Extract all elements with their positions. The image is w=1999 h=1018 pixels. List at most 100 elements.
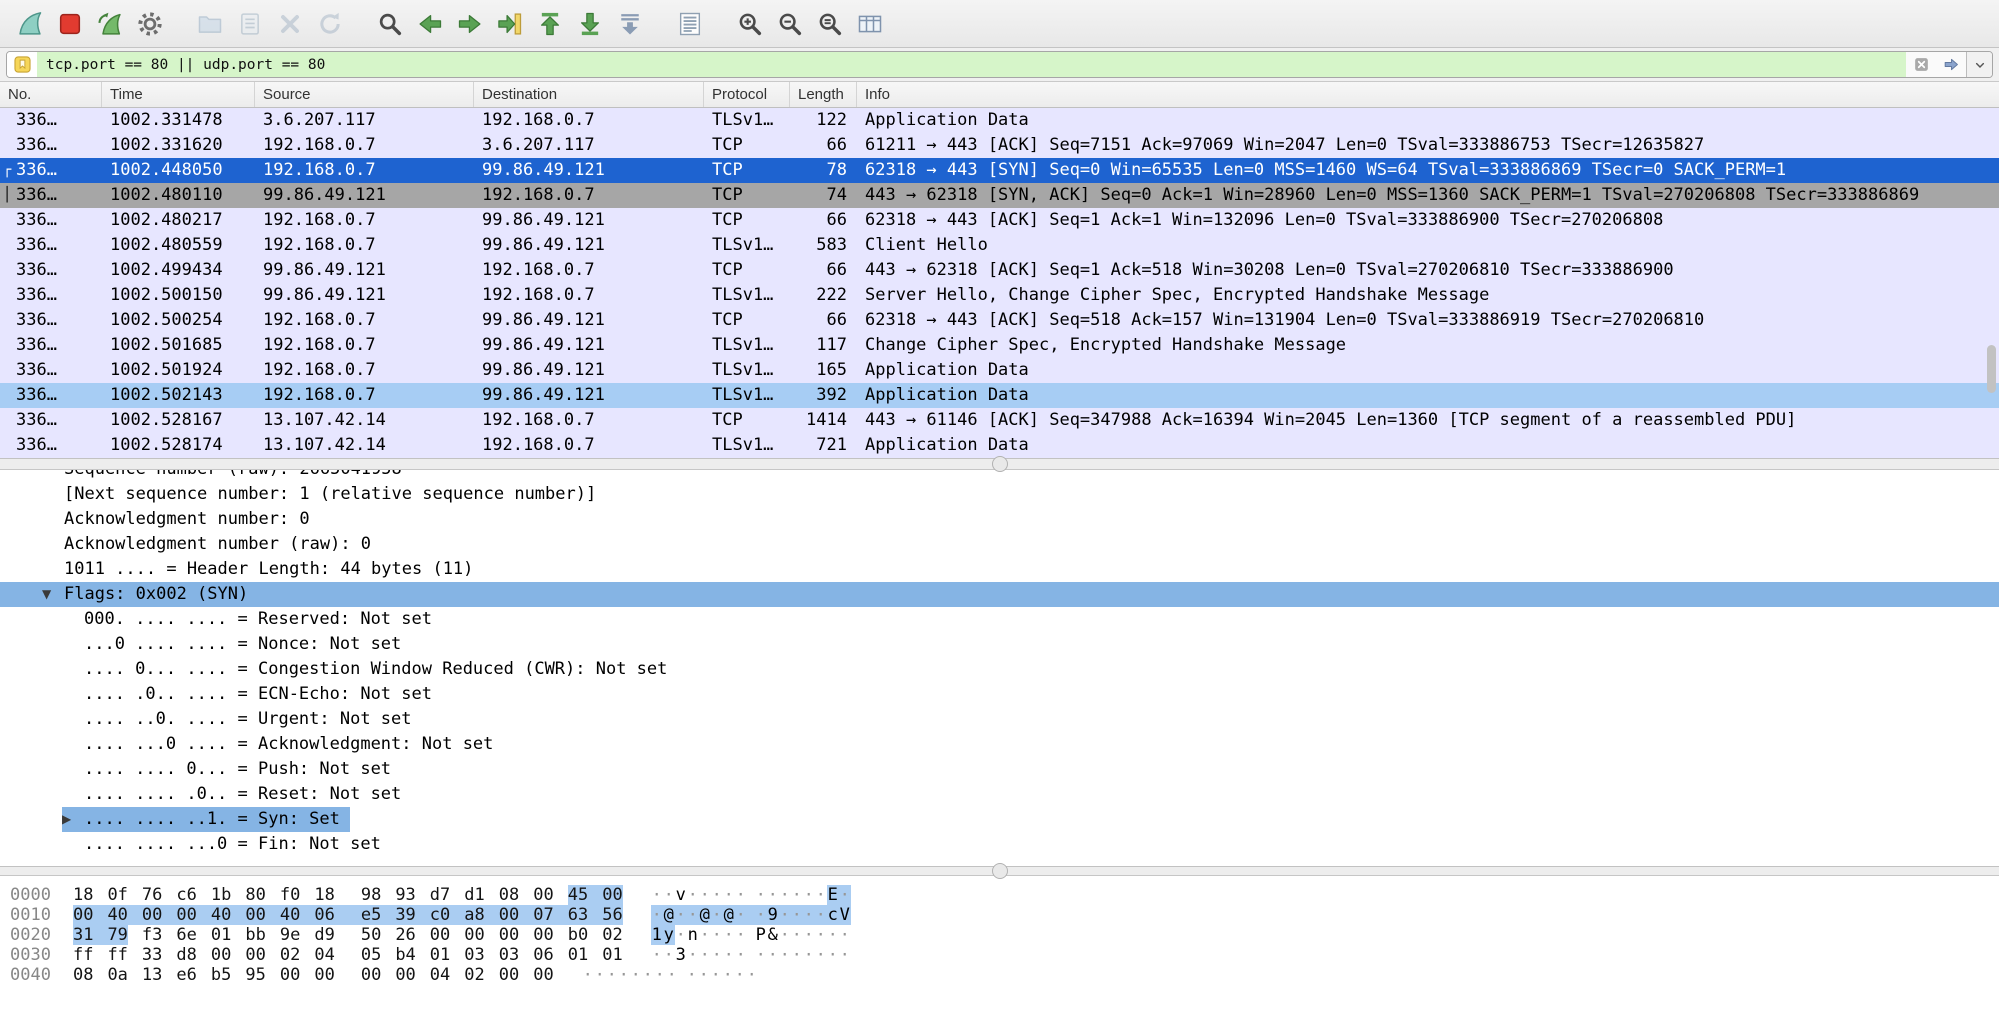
hex-byte[interactable]: 00 [245,945,279,965]
ascii-char[interactable]: · [663,945,675,965]
hex-byte[interactable]: 00 [533,925,567,945]
packet-row[interactable]: 336…1002.52816713.107.42.14192.168.0.7TC… [0,408,1999,433]
ascii-char[interactable]: · [767,885,779,905]
ascii-char[interactable]: · [779,905,791,925]
hex-byte[interactable]: 00 [533,885,567,905]
hex-byte[interactable]: 04 [430,965,464,985]
hex-byte[interactable]: 33 [142,945,176,965]
packet-row[interactable]: 336…1002.501924192.168.0.799.86.49.121TL… [0,358,1999,383]
packet-row[interactable]: │336…1002.48011099.86.49.121192.168.0.7T… [0,183,1999,208]
ascii-char[interactable]: · [663,885,675,905]
ascii-char[interactable]: · [767,945,779,965]
ascii-char[interactable]: · [746,965,758,985]
detail-line[interactable]: 000. .... .... = Reserved: Not set [0,607,1999,632]
ascii-char[interactable]: · [710,965,722,985]
hex-byte[interactable]: d7 [430,885,464,905]
ascii-char[interactable]: 3 [675,945,687,965]
hex-byte[interactable]: 13 [142,965,176,985]
hex-byte[interactable]: 00 [280,965,314,985]
hex-byte[interactable]: 39 [395,905,429,925]
ascii-char[interactable]: · [686,965,698,985]
hex-byte[interactable]: d9 [314,925,360,945]
stop-capture-button[interactable] [50,4,90,44]
hex-byte[interactable]: 02 [602,925,636,945]
ascii-char[interactable]: · [699,945,711,965]
ascii-char[interactable]: y [663,925,675,945]
ascii-char[interactable]: · [723,945,735,965]
ascii-char[interactable]: · [734,965,746,985]
filter-apply-icon[interactable] [1936,52,1966,77]
packet-row[interactable]: ┌336…1002.448050192.168.0.799.86.49.121T… [0,158,1999,183]
ascii-char[interactable]: · [827,945,839,965]
ascii-char[interactable]: · [675,905,687,925]
auto-scroll-button[interactable] [610,4,650,44]
first-packet-button[interactable] [530,4,570,44]
hex-byte[interactable]: 76 [142,885,176,905]
ascii-char[interactable]: E [827,885,839,905]
hex-byte[interactable]: 01 [602,945,636,965]
column-header-destination[interactable]: Destination [474,82,704,107]
filter-dropdown-caret-icon[interactable] [1966,52,1992,77]
ascii-char[interactable]: · [698,965,710,985]
ascii-char[interactable]: · [803,945,815,965]
ascii-char[interactable]: · [803,905,815,925]
hex-byte[interactable]: 00 [430,925,464,945]
expand-expander-icon[interactable]: ▶ [62,807,84,832]
hex-byte[interactable]: 40 [280,905,314,925]
detail-line[interactable]: .... ...0 .... = Acknowledgment: Not set [0,732,1999,757]
ascii-char[interactable]: · [839,925,851,945]
ascii-char[interactable]: · [723,925,735,945]
hex-byte[interactable]: 18 [73,885,107,905]
start-capture-button[interactable] [10,4,50,44]
filter-clear-icon[interactable] [1906,52,1936,77]
ascii-char[interactable]: · [630,965,642,985]
hex-byte[interactable]: 0a [107,965,141,985]
packet-row[interactable]: 336…1002.480559192.168.0.799.86.49.121TL… [0,233,1999,258]
hex-byte[interactable]: 00 [73,905,107,925]
hex-byte[interactable]: d1 [464,885,498,905]
ascii-char[interactable]: · [755,945,767,965]
detail-line[interactable]: .... ..0. .... = Urgent: Not set [0,707,1999,732]
packet-row[interactable]: 336…1002.502143192.168.0.799.86.49.121TL… [0,383,1999,408]
hex-byte[interactable]: 45 [568,885,602,905]
hex-byte[interactable]: 00 [176,905,210,925]
ascii-char[interactable]: · [675,925,687,945]
hex-byte[interactable]: a8 [464,905,498,925]
ascii-char[interactable]: V [839,905,851,925]
hex-byte[interactable]: c0 [430,905,464,925]
hex-byte[interactable]: 05 [361,945,395,965]
hex-byte[interactable]: 00 [245,905,279,925]
ascii-char[interactable]: · [651,905,663,925]
packet-row[interactable]: 336…1002.331620192.168.0.73.6.207.117TCP… [0,133,1999,158]
packet-list-scrollbar[interactable] [1986,108,1998,458]
packet-row[interactable]: 336…1002.52817413.107.42.14192.168.0.7TL… [0,433,1999,458]
ascii-char[interactable]: · [582,965,594,985]
hex-byte[interactable]: 40 [211,905,245,925]
ascii-char[interactable]: · [839,885,851,905]
detail-line[interactable]: ▶.... .... ..1. = Syn: Set [0,807,1999,832]
hex-byte[interactable]: d8 [176,945,210,965]
hex-byte[interactable]: 00 [361,965,395,985]
column-header-info[interactable]: Info [857,82,1999,107]
ascii-char[interactable]: v [675,885,687,905]
hex-byte[interactable]: 03 [464,945,498,965]
hex-byte[interactable]: 56 [602,905,636,925]
ascii-char[interactable]: · [687,905,699,925]
ascii-char[interactable]: · [654,965,666,985]
detail-line[interactable]: .... .... .0.. = Reset: Not set [0,782,1999,807]
zoom-reset-button[interactable] [810,4,850,44]
hex-byte[interactable]: f3 [142,925,176,945]
last-packet-button[interactable] [570,4,610,44]
filter-bookmark-icon[interactable] [7,52,37,77]
detail-line[interactable]: .... .... ...0 = Fin: Not set [0,832,1999,857]
detail-line[interactable]: .... .0.. .... = ECN-Echo: Not set [0,682,1999,707]
hex-byte[interactable]: 00 [464,925,498,945]
hex-byte[interactable]: 02 [464,965,498,985]
hex-byte[interactable]: 00 [142,905,176,925]
ascii-char[interactable]: · [791,925,803,945]
ascii-char[interactable]: · [687,885,699,905]
ascii-char[interactable]: · [642,965,654,985]
zoom-out-button[interactable] [770,4,810,44]
ascii-char[interactable]: · [791,905,803,925]
zoom-in-button[interactable] [730,4,770,44]
